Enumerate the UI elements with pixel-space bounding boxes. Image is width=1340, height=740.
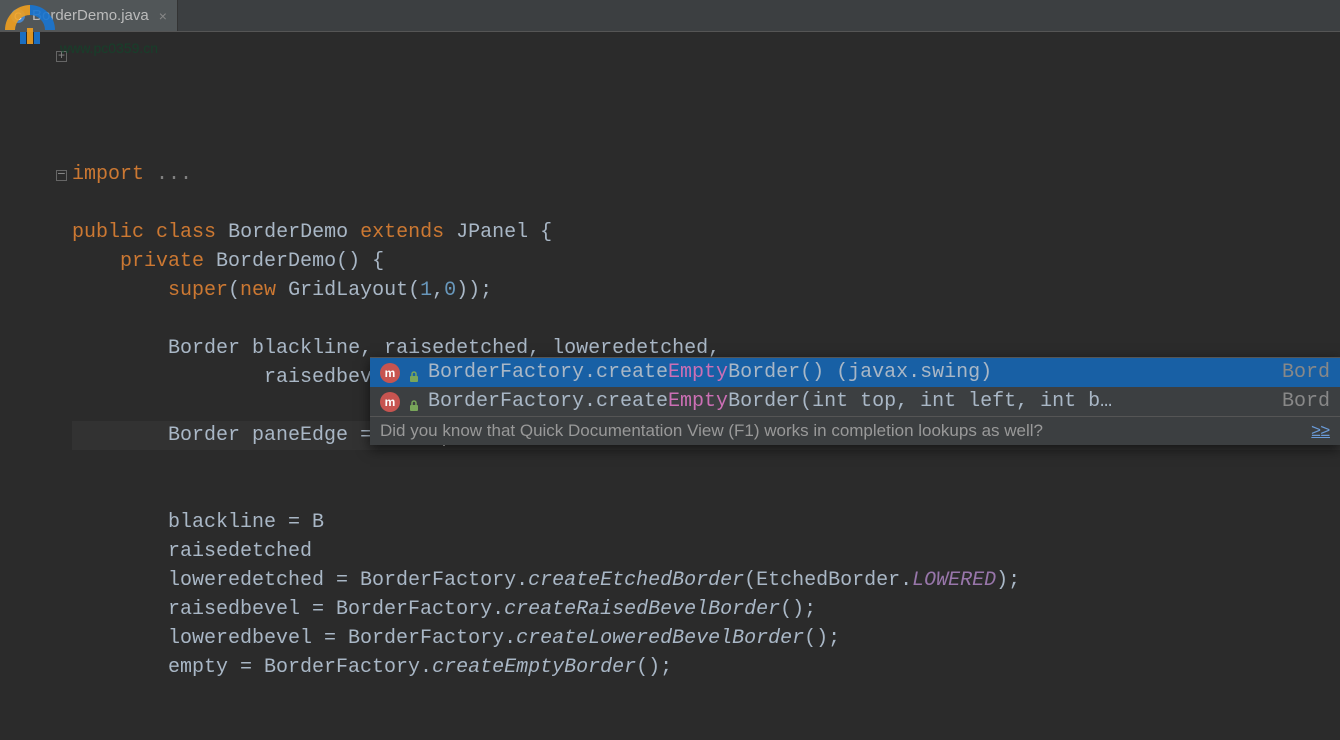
ctor-name: BorderDemo	[216, 250, 336, 273]
method-icon: m	[380, 392, 400, 412]
completion-item-0[interactable]: m BorderFactory.createEmptyBorder() (jav…	[370, 358, 1340, 387]
code-text: ();	[804, 627, 840, 650]
tip-text: Did you know that Quick Documentation Vi…	[380, 421, 1043, 441]
code-text: (EtchedBorder.	[744, 569, 912, 592]
class-name: BorderDemo	[228, 221, 348, 244]
code-text: blackline = B	[168, 511, 324, 534]
class-name: JPanel	[456, 221, 528, 244]
constant: LOWERED	[912, 569, 996, 592]
code-text: loweredbevel = BorderFactory.	[168, 627, 516, 650]
editor-tab-bar: C BorderDemo.java ×	[0, 0, 1340, 32]
keyword: private	[120, 250, 204, 273]
completion-label: BorderFactory.createEmptyBorder(int top,…	[428, 390, 1262, 413]
method: createLoweredBevelBorder	[516, 627, 804, 650]
method: createEmptyBorder	[432, 656, 636, 679]
keyword: super	[168, 279, 228, 302]
code-text: );	[996, 569, 1020, 592]
tip-link[interactable]: ≥≥	[1311, 421, 1330, 441]
rest: () {	[336, 250, 384, 273]
fold-expand-icon[interactable]: +	[56, 51, 67, 62]
lock-icon	[408, 396, 420, 408]
method-icon: m	[380, 363, 400, 383]
code-text: empty = BorderFactory.	[168, 656, 432, 679]
var: paneEdge	[252, 424, 348, 447]
keyword: new	[240, 279, 276, 302]
file-tab-borderdemo[interactable]: C BorderDemo.java ×	[0, 0, 178, 31]
method: createRaisedBevelBorder	[504, 598, 780, 621]
keyword: public	[72, 221, 144, 244]
completion-item-1[interactable]: m BorderFactory.createEmptyBorder(int to…	[370, 387, 1340, 416]
method: createEtchedBorder	[528, 569, 744, 592]
number: 1	[420, 279, 432, 302]
brace: {	[540, 221, 552, 244]
folded-text[interactable]: ...	[156, 163, 192, 186]
keyword: class	[156, 221, 216, 244]
completion-label: BorderFactory.createEmptyBorder() (javax…	[428, 361, 1262, 384]
completion-return-type: Bord	[1270, 361, 1330, 384]
svg-text:C: C	[14, 11, 22, 23]
keyword: extends	[360, 221, 444, 244]
completion-tip: Did you know that Quick Documentation Vi…	[370, 416, 1340, 445]
lock-icon	[408, 367, 420, 379]
tab-filename: BorderDemo.java	[32, 7, 149, 24]
gutter: + −	[0, 44, 72, 740]
code-text: ();	[636, 656, 672, 679]
java-class-icon: C	[10, 8, 26, 24]
close-icon[interactable]: ×	[155, 8, 167, 24]
type: Border	[168, 424, 240, 447]
code-text: loweredetched = BorderFactory.	[168, 569, 528, 592]
keyword: import	[72, 163, 144, 186]
class-name: GridLayout	[288, 279, 408, 302]
completion-return-type: Bord	[1270, 390, 1330, 413]
type: Border	[168, 337, 240, 360]
code-text: raisedbevel = BorderFactory.	[168, 598, 504, 621]
number: 0	[444, 279, 456, 302]
completion-popup: m BorderFactory.createEmptyBorder() (jav…	[370, 357, 1340, 445]
code-text: raisedetched	[168, 540, 312, 563]
code-text: ();	[780, 598, 816, 621]
fold-collapse-icon[interactable]: −	[56, 170, 67, 181]
